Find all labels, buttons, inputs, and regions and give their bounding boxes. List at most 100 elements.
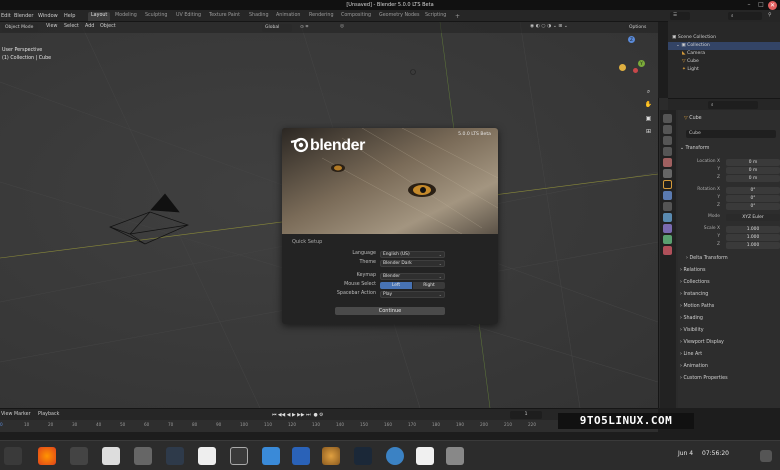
thunderbird-icon[interactable] — [386, 447, 404, 465]
proportional-edit-icon[interactable]: ◎ — [340, 24, 344, 29]
zoom-icon[interactable]: ⌕ — [644, 87, 653, 96]
minimize-button[interactable]: – — [744, 0, 754, 10]
viewport-shading-icons[interactable]: ◉ ◐ ○ ◑ ⌄ ⊞ ⌄ — [530, 24, 568, 29]
menu-view[interactable]: View — [46, 24, 57, 29]
gizmo-neg-x-axis[interactable] — [633, 68, 638, 73]
rotation-x-field[interactable]: 0° — [726, 187, 780, 194]
scale-y-field[interactable]: 1.000 — [726, 234, 780, 241]
scale-z-field[interactable]: 1.000 — [726, 242, 780, 249]
relations-section[interactable]: › Relations — [680, 268, 705, 273]
mouse-select-right[interactable]: Right — [413, 282, 445, 289]
location-x-field[interactable]: 0 m — [726, 159, 780, 166]
view-layer-tab-icon[interactable] — [663, 147, 672, 156]
files-icon[interactable] — [102, 447, 120, 465]
scene-tab-icon[interactable] — [663, 158, 672, 167]
animation-section[interactable]: › Animation — [680, 364, 708, 369]
world-tab-icon[interactable] — [663, 169, 672, 178]
terminal-icon[interactable] — [166, 447, 184, 465]
output-tab-icon[interactable] — [663, 136, 672, 145]
continue-button[interactable]: Continue — [335, 307, 445, 315]
vlc-icon[interactable] — [322, 447, 340, 465]
tab-scripting[interactable]: Scripting — [422, 12, 449, 21]
material-tab-icon[interactable] — [663, 246, 672, 255]
tab-animation[interactable]: Animation — [273, 12, 303, 21]
tab-uv-editing[interactable]: UV Editing — [173, 12, 204, 21]
motion-paths-section[interactable]: › Motion Paths — [680, 304, 714, 309]
transform-section-header[interactable]: ⌄ Transform — [680, 146, 709, 151]
playback-controls[interactable]: ⏮ ◀◀ ◀ ▶ ▶▶ ⏭ ● ⚙ — [272, 412, 323, 418]
rotation-mode-dropdown[interactable]: XYZ Euler — [726, 214, 780, 221]
taskbar-clock[interactable]: 07:56:20 — [702, 450, 729, 457]
menu-add[interactable]: Add — [85, 24, 94, 29]
particles-tab-icon[interactable] — [663, 202, 672, 211]
modifier-tab-icon[interactable] — [663, 191, 672, 200]
screenshot-icon[interactable] — [230, 447, 248, 465]
add-workspace-button[interactable]: + — [452, 12, 463, 21]
mouse-select-left[interactable]: Left — [380, 282, 412, 289]
visibility-section[interactable]: › Visibility — [680, 328, 704, 333]
steam-icon[interactable] — [354, 447, 372, 465]
outliner-row-collection[interactable]: ⌄ ▣ Collection — [668, 42, 780, 50]
document-icon[interactable] — [416, 447, 434, 465]
line-art-section[interactable]: › Line Art — [680, 352, 702, 357]
theme-dropdown[interactable]: Blender Dark ⌄ — [380, 260, 445, 267]
menu-select[interactable]: Select — [64, 24, 79, 29]
outliner-row-camera[interactable]: ◣ Camera — [668, 50, 780, 58]
constraints-tab-icon[interactable] — [663, 224, 672, 233]
calculator-icon[interactable] — [134, 447, 152, 465]
editor-type-icon[interactable]: ☰ — [670, 12, 690, 20]
custom-properties-section[interactable]: › Custom Properties — [680, 376, 728, 381]
rotation-y-field[interactable]: 0° — [726, 195, 780, 202]
viewport-display-section[interactable]: › Viewport Display — [680, 340, 724, 345]
menu-window[interactable]: Window — [38, 13, 58, 19]
object-name-field[interactable]: Cube — [686, 130, 776, 138]
delta-transform-header[interactable]: › Delta Transform — [686, 256, 728, 261]
timeline-menu-view[interactable]: View — [1, 412, 12, 417]
filter-icon[interactable]: ⚲ — [768, 12, 772, 18]
shading-section[interactable]: › Shading — [680, 316, 703, 321]
language-dropdown[interactable]: English (US) ⌄ — [380, 251, 445, 258]
grid-view-icon[interactable]: ⊞ — [644, 127, 653, 136]
timeline-menu-playback[interactable]: Playback — [38, 412, 59, 417]
tab-compositing[interactable]: Compositing — [338, 12, 374, 21]
camera-view-icon[interactable]: ▣ — [644, 114, 653, 123]
tab-layout[interactable]: Layout — [88, 12, 111, 21]
tab-rendering[interactable]: Rendering — [306, 12, 337, 21]
tab-modeling[interactable]: Modeling — [112, 12, 140, 21]
location-y-field[interactable]: 0 m — [726, 167, 780, 174]
archive-icon[interactable] — [446, 447, 464, 465]
xfce-app-icon[interactable] — [262, 447, 280, 465]
menu-edit[interactable]: Edit — [1, 13, 11, 19]
menu-object[interactable]: Object — [100, 24, 116, 29]
properties-search-input[interactable]: ⌕ — [708, 101, 758, 109]
close-button[interactable]: ✕ — [768, 0, 777, 10]
firefox-icon[interactable] — [38, 447, 56, 465]
gizmo-y-axis[interactable]: Y — [638, 60, 645, 67]
instancing-section[interactable]: › Instancing — [680, 292, 708, 297]
physics-tab-icon[interactable] — [663, 213, 672, 222]
timeline-menu-marker[interactable]: Marker — [14, 412, 31, 417]
keymap-dropdown[interactable]: Blender ⌄ — [380, 273, 445, 280]
tab-sculpting[interactable]: Sculpting — [142, 12, 170, 21]
system-tray-icon[interactable] — [760, 450, 772, 462]
mode-selector[interactable]: Object Mode — [2, 24, 38, 32]
menu-help[interactable]: Help — [64, 13, 75, 19]
app-launcher-icon[interactable] — [4, 447, 22, 465]
outliner-row-cube[interactable]: ▽ Cube — [668, 58, 780, 66]
gizmo-x-axis[interactable] — [619, 64, 626, 71]
gimp-icon[interactable] — [70, 447, 88, 465]
gizmo-z-axis[interactable]: Z — [628, 36, 635, 43]
collections-section[interactable]: › Collections — [680, 280, 710, 285]
data-tab-icon[interactable] — [663, 235, 672, 244]
spacebar-action-dropdown[interactable]: Play ⌄ — [380, 291, 445, 298]
scale-x-field[interactable]: 1.000 — [726, 226, 780, 233]
outliner-row-scene-collection[interactable]: ▣ Scene Collection — [668, 34, 780, 42]
store-icon[interactable] — [292, 447, 310, 465]
object-name-row[interactable]: ▽ Cube — [684, 116, 702, 121]
render-tab-icon[interactable] — [663, 125, 672, 134]
options-dropdown[interactable]: Options — [626, 24, 654, 32]
tab-texture-paint[interactable]: Texture Paint — [206, 12, 243, 21]
tab-shading[interactable]: Shading — [246, 12, 272, 21]
current-frame-field[interactable]: 1 — [510, 411, 542, 419]
outliner-search-input[interactable]: ⌕ — [728, 12, 762, 20]
